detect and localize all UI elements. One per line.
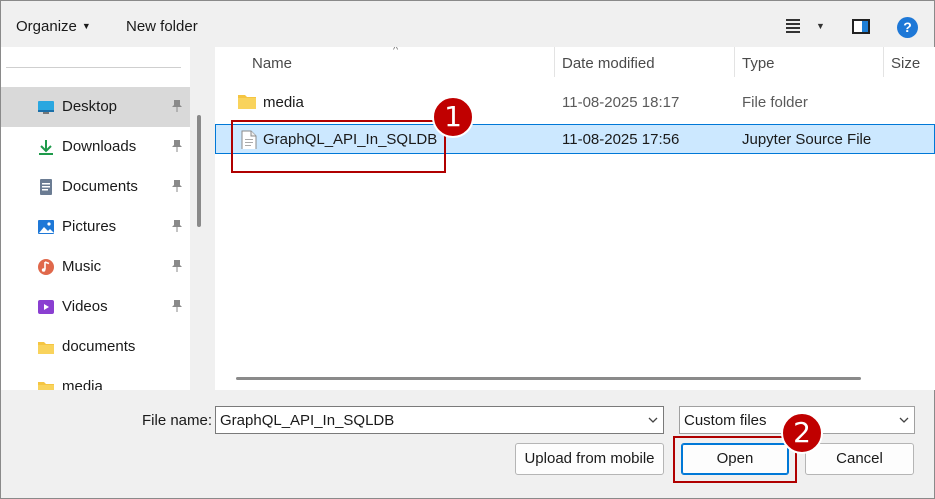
nav-item-label: Downloads xyxy=(62,138,137,155)
file-name-value: GraphQL_API_In_SQLDB xyxy=(220,412,395,429)
preview-pane-icon[interactable] xyxy=(852,19,870,34)
list-horizontal-scrollbar[interactable] xyxy=(236,377,861,380)
file-date: 11-08-2025 18:17 xyxy=(562,94,680,111)
download-icon xyxy=(39,140,53,155)
nav-item-label: Desktop xyxy=(62,98,118,115)
chevron-down-icon[interactable] xyxy=(648,415,658,425)
file-name-label: File name: xyxy=(142,412,213,429)
toolbar: Organize ▼ New folder ▼ ? xyxy=(1,1,934,47)
nav-item-videos[interactable]: Videos xyxy=(1,287,190,327)
music-icon xyxy=(38,259,54,275)
folder-icon xyxy=(238,95,256,109)
nav-item-label: Music xyxy=(62,258,102,275)
column-header-date[interactable]: Date modified xyxy=(562,55,655,72)
file-name: media xyxy=(263,94,304,111)
nav-item-desktop[interactable]: Desktop xyxy=(1,87,190,127)
pin-icon[interactable] xyxy=(171,179,183,193)
pin-icon[interactable] xyxy=(171,99,183,113)
folder-icon xyxy=(38,382,54,390)
nav-divider xyxy=(6,67,181,68)
file-row-media[interactable]: media 11-08-2025 18:17 File folder xyxy=(215,88,935,118)
sort-ascending-icon: ^ xyxy=(393,47,399,56)
column-separator[interactable] xyxy=(734,47,735,77)
annotation-step-badge: 1 xyxy=(432,96,474,138)
nav-scrollbar[interactable] xyxy=(191,47,211,390)
help-icon[interactable]: ? xyxy=(897,17,918,38)
file-type-filter-value: Custom files xyxy=(684,412,767,429)
nav-item-label: media xyxy=(62,378,103,390)
file-list: ^ Name Date modified Type Size media 11-… xyxy=(215,47,935,390)
view-caret-icon[interactable]: ▼ xyxy=(816,21,825,31)
annotation-highlight-open xyxy=(673,436,797,483)
desktop-icon xyxy=(38,101,54,114)
nav-item-music[interactable]: Music xyxy=(1,247,190,287)
videos-icon xyxy=(38,300,54,314)
file-date: 11-08-2025 17:56 xyxy=(562,131,680,148)
nav-item-downloads[interactable]: Downloads xyxy=(1,127,190,167)
organize-button[interactable]: Organize ▼ xyxy=(16,18,91,35)
pin-icon[interactable] xyxy=(171,299,183,313)
nav-scroll-thumb[interactable] xyxy=(197,115,201,227)
view-options-icon[interactable] xyxy=(786,19,800,33)
nav-item-documents-folder[interactable]: documents xyxy=(1,327,190,367)
pin-icon[interactable] xyxy=(171,219,183,233)
pictures-icon xyxy=(38,220,54,234)
column-header-size[interactable]: Size xyxy=(891,55,920,72)
file-type: Jupyter Source File xyxy=(742,131,872,148)
caret-down-icon: ▼ xyxy=(81,21,91,31)
file-type: File folder xyxy=(742,94,808,111)
nav-item-label: Videos xyxy=(62,298,108,315)
annotation-highlight-file xyxy=(231,120,446,173)
nav-item-label: Pictures xyxy=(62,218,117,235)
column-separator[interactable] xyxy=(554,47,555,77)
upload-from-mobile-button[interactable]: Upload from mobile xyxy=(515,443,664,475)
cancel-button[interactable]: Cancel xyxy=(805,443,914,475)
nav-item-label: documents xyxy=(62,338,136,355)
pin-icon[interactable] xyxy=(171,259,183,273)
nav-item-pictures[interactable]: Pictures xyxy=(1,207,190,247)
annotation-step-badge: 2 xyxy=(781,412,823,454)
nav-item-label: Documents xyxy=(62,178,138,195)
pin-icon[interactable] xyxy=(171,139,183,153)
navigation-pane: Desktop Downloads Documents Pictures Mus… xyxy=(1,47,190,390)
file-name-input[interactable]: GraphQL_API_In_SQLDB xyxy=(215,406,664,434)
organize-label: Organize xyxy=(16,18,77,35)
folder-icon xyxy=(38,342,54,354)
documents-icon xyxy=(40,179,52,195)
new-folder-button[interactable]: New folder xyxy=(126,18,198,35)
nav-item-documents[interactable]: Documents xyxy=(1,167,190,207)
column-separator[interactable] xyxy=(883,47,884,77)
column-header-type[interactable]: Type xyxy=(742,55,775,72)
nav-item-media-folder[interactable]: media xyxy=(1,367,190,390)
chevron-down-icon[interactable] xyxy=(899,415,909,425)
column-header-name[interactable]: Name xyxy=(252,55,292,72)
